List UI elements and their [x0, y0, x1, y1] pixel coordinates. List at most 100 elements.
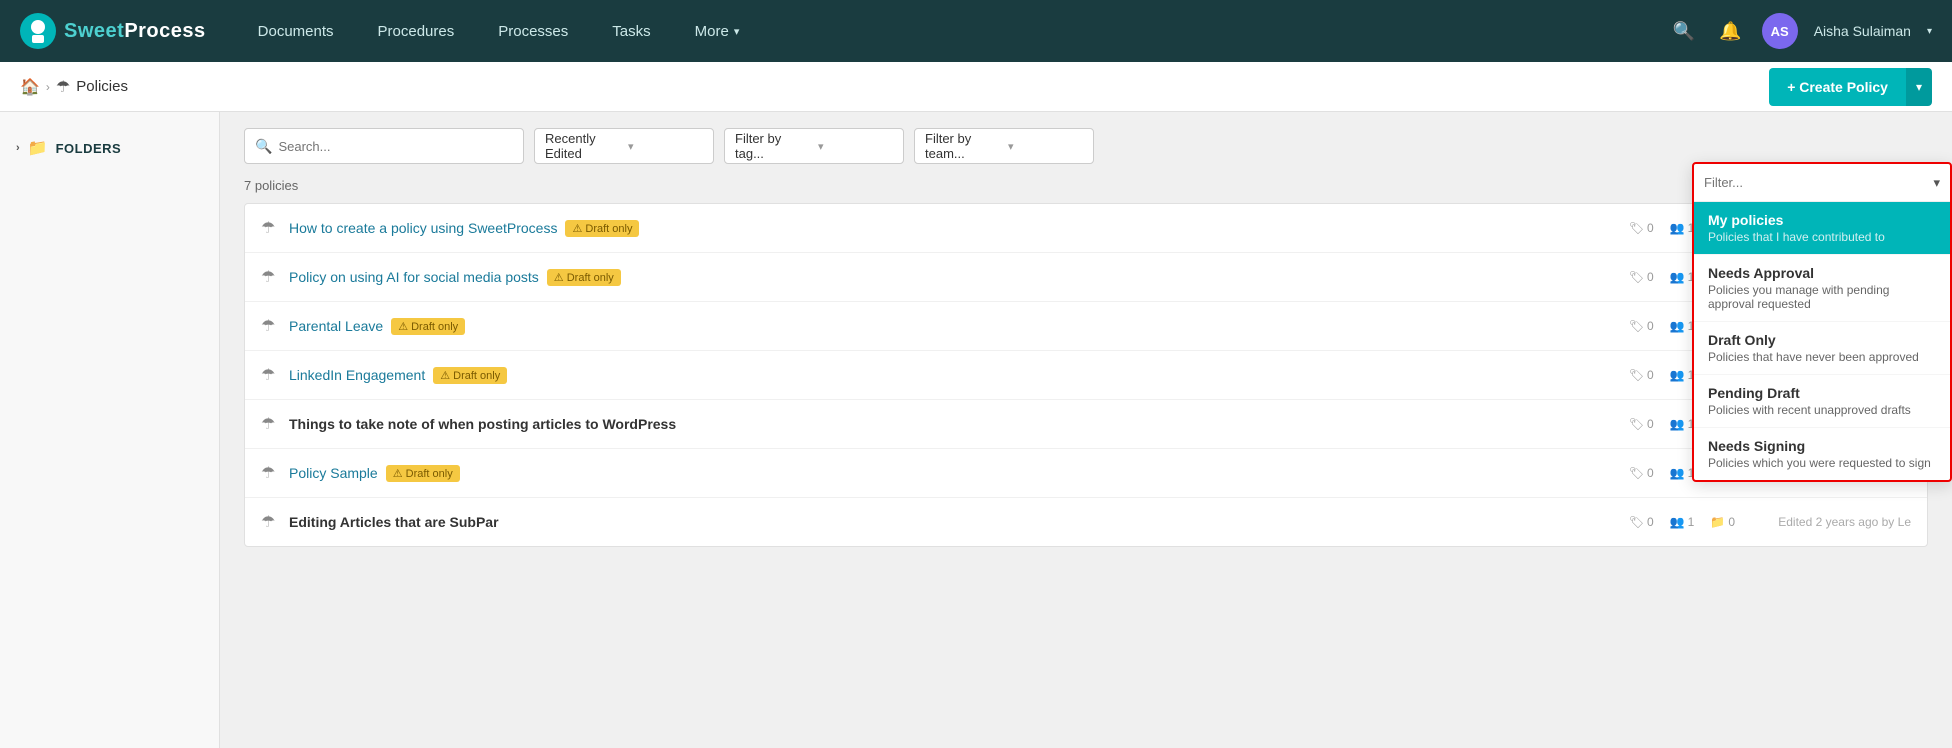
tag-icon: 🏷	[1629, 417, 1644, 431]
meta-members: 👥 1	[1670, 466, 1695, 480]
dropdown-filter-input[interactable]	[1704, 175, 1933, 190]
meta-tags: 🏷 0	[1629, 221, 1654, 235]
create-policy-button[interactable]: + Create Policy	[1769, 68, 1906, 106]
search-input[interactable]	[278, 139, 513, 154]
policy-name: Policy on using AI for social media post…	[289, 269, 1629, 286]
dropdown-item-desc: Policies you manage with pending approva…	[1708, 283, 1936, 311]
search-box: 🔍	[244, 128, 524, 164]
policy-row[interactable]: ☂Policy Sample⚠ Draft only 🏷 0 👥 1 📁 0 E…	[245, 449, 1927, 498]
page-title: Policies	[76, 78, 128, 95]
policy-row[interactable]: ☂LinkedIn Engagement⚠ Draft only 🏷 0 👥 1…	[245, 351, 1927, 400]
dropdown-item-my-policies[interactable]: My policies Policies that I have contribu…	[1694, 202, 1950, 255]
policy-icon: ☂	[261, 218, 281, 238]
filter-bar: 🔍 Recently Edited ▾ Filter by tag... ▾ F…	[244, 128, 1928, 164]
dropdown-filter-box: ▾	[1694, 164, 1950, 202]
policy-row[interactable]: ☂ Editing Articles that are SubPar 🏷 0 👥 …	[245, 498, 1927, 546]
folder-icon: 📁	[1710, 515, 1725, 529]
logo-icon	[20, 13, 56, 49]
policy-count: 7 policies	[244, 178, 1928, 193]
more-chevron-icon: ▾	[734, 25, 740, 38]
dropdown-item-title: Draft Only	[1708, 332, 1936, 348]
dropdown-item-desc: Policies which you were requested to sig…	[1708, 456, 1936, 470]
members-icon: 👥	[1670, 368, 1685, 382]
policy-row[interactable]: ☂Parental Leave⚠ Draft only 🏷 0 👥 1 📁 0 …	[245, 302, 1927, 351]
filter-tag-arrow-icon: ▾	[818, 140, 893, 153]
dropdown-item-desc: Policies that have never been approved	[1708, 350, 1936, 364]
filter-by-tag[interactable]: Filter by tag... ▾	[724, 128, 904, 164]
meta-tags: 🏷 0	[1629, 417, 1654, 431]
dropdown-item-needs-approval[interactable]: Needs ApprovalPolicies you manage with p…	[1694, 255, 1950, 322]
policy-row[interactable]: ☂Things to take note of when posting art…	[245, 400, 1927, 449]
sidebar-chevron-icon: ›	[16, 142, 20, 154]
dropdown-item-draft-only[interactable]: Draft Only Policies that have never been …	[1694, 322, 1950, 375]
dropdown-item-desc: Policies that I have contributed to	[1708, 230, 1936, 244]
policy-row[interactable]: ☂ How to create a policy using SweetProce…	[245, 204, 1927, 253]
policy-row[interactable]: ☂Policy on using AI for social media pos…	[245, 253, 1927, 302]
home-icon[interactable]: 🏠	[20, 77, 40, 97]
meta-edited: Edited 2 years ago by Le	[1751, 515, 1911, 529]
dropdown-item-desc: Policies with recent unapproved drafts	[1708, 403, 1936, 417]
meta-members: 👥 1	[1670, 221, 1695, 235]
members-icon: 👥	[1670, 466, 1685, 480]
tag-icon: 🏷	[1629, 270, 1644, 284]
user-name[interactable]: Aisha Sulaiman	[1814, 23, 1911, 39]
bell-icon[interactable]: 🔔	[1715, 17, 1745, 46]
create-policy-dropdown-button[interactable]: ▾	[1906, 68, 1932, 106]
nav-item-tasks[interactable]: Tasks	[590, 0, 672, 62]
tag-icon: 🏷	[1629, 515, 1644, 529]
breadcrumb-separator: ›	[46, 80, 50, 94]
search-icon[interactable]: 🔍	[1669, 17, 1699, 46]
filter-tag-label: Filter by tag...	[735, 131, 810, 161]
recently-edited-filter[interactable]: Recently Edited ▾	[534, 128, 714, 164]
navbar: SweetProcess Documents Procedures Proces…	[0, 0, 1952, 62]
nav-item-procedures[interactable]: Procedures	[356, 0, 477, 62]
search-icon: 🔍	[255, 138, 272, 155]
nav-item-documents[interactable]: Documents	[236, 0, 356, 62]
policy-name: Things to take note of when posting arti…	[289, 416, 1629, 432]
breadcrumb-bar: 🏠 › ☂ Policies + Create Policy ▾	[0, 62, 1952, 112]
sidebar-folder-icon: 📁	[28, 138, 48, 158]
content-area: 🔍 Recently Edited ▾ Filter by tag... ▾ F…	[220, 112, 1952, 748]
dropdown-item-title: My policies	[1708, 212, 1936, 228]
meta-folders: 📁 0	[1710, 515, 1735, 529]
filter-team-label: Filter by team...	[925, 131, 1000, 161]
members-icon: 👥	[1670, 417, 1685, 431]
meta-tags: 🏷 0	[1629, 466, 1654, 480]
nav-item-more[interactable]: More ▾	[673, 0, 762, 62]
dropdown-item-needs-signing[interactable]: Needs Signing Policies which you were req…	[1694, 428, 1950, 480]
meta-members: 👥 1	[1670, 417, 1695, 431]
members-icon: 👥	[1670, 515, 1685, 529]
meta-members: 👥 1	[1670, 319, 1695, 333]
tag-icon: 🏷	[1629, 319, 1644, 333]
policy-name: Editing Articles that are SubPar	[289, 514, 1629, 530]
nav-items: Documents Procedures Processes Tasks Mor…	[236, 0, 1669, 62]
nav-item-processes[interactable]: Processes	[476, 0, 590, 62]
policy-icon: ☂	[261, 365, 281, 385]
policy-icon: ☂	[261, 316, 281, 336]
policy-name: Parental Leave⚠ Draft only	[289, 318, 1629, 335]
user-dropdown-arrow[interactable]: ▾	[1927, 26, 1932, 37]
policies-icon: ☂	[56, 77, 70, 97]
meta-members: 👥 1	[1670, 515, 1695, 529]
create-policy-group: + Create Policy ▾	[1769, 68, 1932, 106]
dropdown-arrow-icon[interactable]: ▾	[1933, 175, 1940, 191]
filter-by-team[interactable]: Filter by team... ▾	[914, 128, 1094, 164]
draft-badge: ⚠ Draft only	[547, 269, 621, 286]
members-icon: 👥	[1670, 270, 1685, 284]
draft-badge: ⚠ Draft only	[433, 367, 507, 384]
nav-right: 🔍 🔔 AS Aisha Sulaiman ▾	[1669, 13, 1932, 49]
sidebar-item-folders[interactable]: › 📁 FOLDERS	[0, 128, 219, 168]
draft-badge: ⚠ Draft only	[565, 220, 639, 237]
logo[interactable]: SweetProcess	[20, 13, 206, 49]
tag-icon: 🏷	[1629, 368, 1644, 382]
policy-icon: ☂	[261, 512, 281, 532]
policy-meta: 🏷 0 👥 1 📁 0 Edited 2 years ago by Le	[1629, 515, 1911, 529]
meta-members: 👥 1	[1670, 270, 1695, 284]
dropdown-item-title: Needs Signing	[1708, 438, 1936, 454]
dropdown-item-pending-draft[interactable]: Pending DraftPolicies with recent unappr…	[1694, 375, 1950, 428]
policy-name: How to create a policy using SweetProces…	[289, 220, 1629, 237]
policy-name: Policy Sample⚠ Draft only	[289, 465, 1629, 482]
main-layout: › 📁 FOLDERS 🔍 Recently Edited ▾ Filter b…	[0, 112, 1952, 748]
filter-dropdown: ▾ My policies Policies that I have contri…	[1692, 162, 1952, 482]
meta-tags: 🏷 0	[1629, 319, 1654, 333]
